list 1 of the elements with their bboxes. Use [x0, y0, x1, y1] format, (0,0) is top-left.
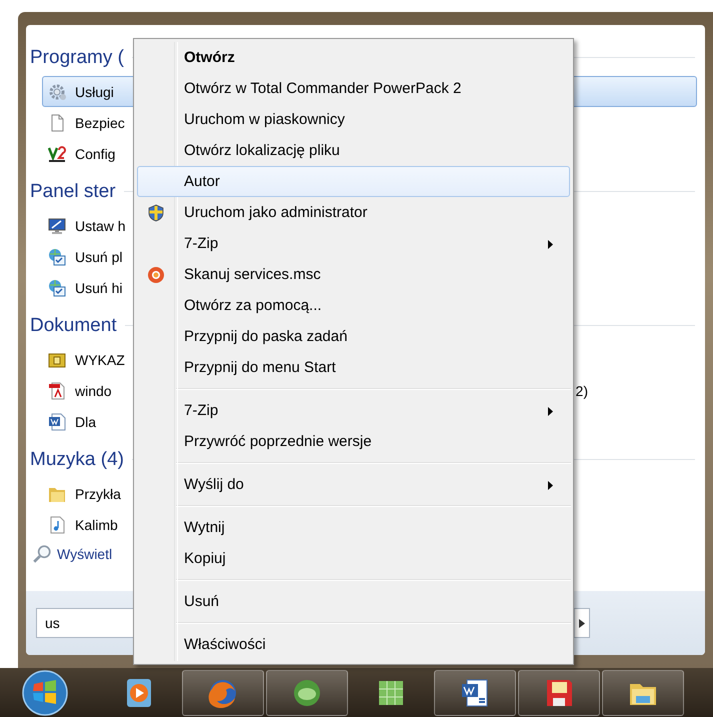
- item-text: 2): [576, 382, 588, 398]
